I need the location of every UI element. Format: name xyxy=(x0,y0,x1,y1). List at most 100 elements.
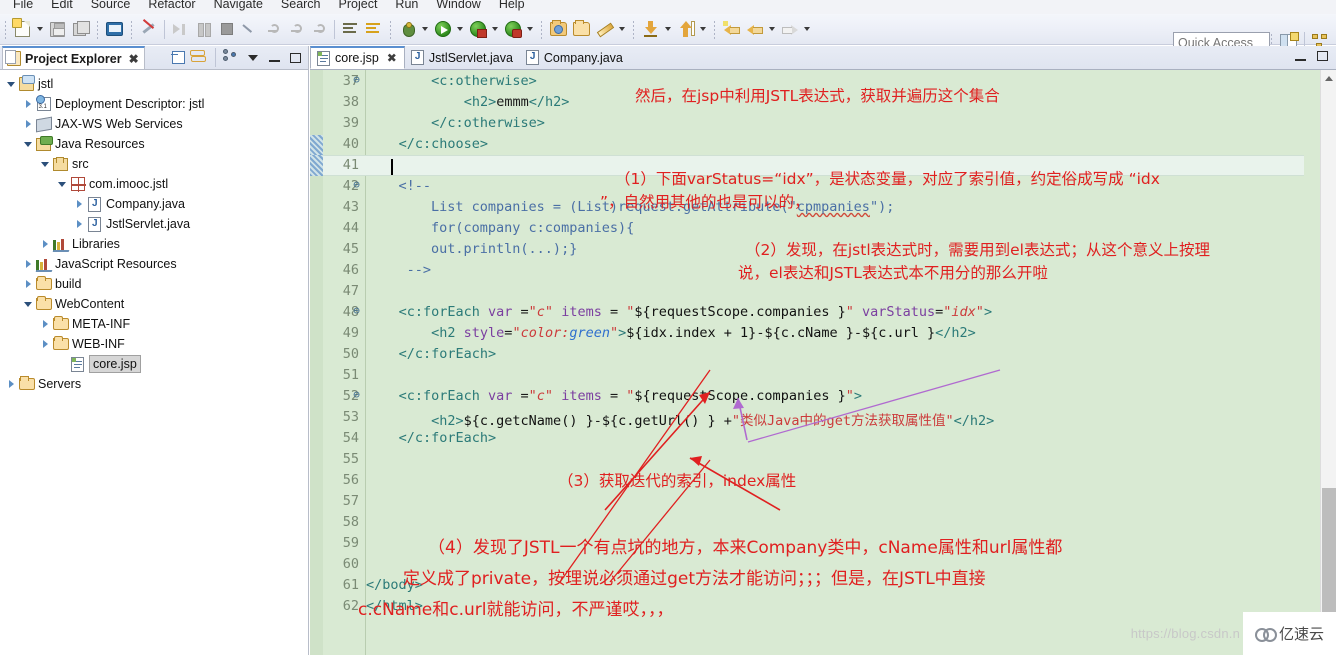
editor-vertical-scrollbar[interactable] xyxy=(1320,70,1336,655)
menu-item-project[interactable]: Project xyxy=(330,0,387,13)
menu-item-search[interactable]: Search xyxy=(272,0,330,13)
code-line[interactable]: </c:forEach> xyxy=(366,346,497,362)
tree-item-company-java[interactable]: Company.java xyxy=(0,194,308,214)
chevron-right-icon[interactable] xyxy=(72,220,86,228)
tree-item-meta-inf[interactable]: META-INF xyxy=(0,314,308,334)
code-line[interactable]: <c:forEach var ="c" items = "${requestSc… xyxy=(366,388,862,404)
editor-text-area[interactable]: 37 <c:otherwise>38 <h2>emmm</h2>39 </c:o… xyxy=(310,70,1336,655)
back-star-button[interactable] xyxy=(720,18,743,41)
toolbar-grip[interactable] xyxy=(3,19,8,39)
chevron-right-icon[interactable] xyxy=(21,100,35,108)
fold-toggle-icon[interactable] xyxy=(351,390,362,401)
tree-item-build[interactable]: build xyxy=(0,274,308,294)
code-line[interactable]: <c:otherwise> xyxy=(366,73,537,89)
toolbar-grip-3[interactable] xyxy=(129,19,134,39)
code-line[interactable]: <!-- xyxy=(366,178,432,194)
view-filters-button[interactable] xyxy=(223,48,241,67)
code-line[interactable]: <h2>${c.getcName() }-${c.getUrl() } +"类似… xyxy=(366,409,994,429)
run-config-dropdown[interactable] xyxy=(489,18,501,41)
code-line[interactable]: </c:otherwise> xyxy=(366,115,545,131)
chevron-right-icon[interactable] xyxy=(4,380,18,388)
quick-fix-button[interactable] xyxy=(593,18,616,41)
tree-item-deployment-descriptor-jstl[interactable]: Deployment Descriptor: jstl xyxy=(0,94,308,114)
run-server-dropdown[interactable] xyxy=(524,18,536,41)
code-line[interactable]: <c:forEach var ="c" items = "${requestSc… xyxy=(366,304,993,320)
save-button[interactable] xyxy=(46,18,69,41)
close-icon[interactable]: ✖ xyxy=(387,51,397,65)
tab-jstlservlet-java[interactable]: JstlServlet.java xyxy=(405,46,520,69)
open-resource-button[interactable] xyxy=(570,18,593,41)
maximize-editor-button[interactable] xyxy=(1313,47,1331,65)
run-server-button[interactable] xyxy=(501,18,524,41)
forward-button[interactable] xyxy=(778,18,801,41)
console-button[interactable] xyxy=(103,18,126,41)
format-button[interactable] xyxy=(339,18,362,41)
tree-item-webcontent[interactable]: WebContent xyxy=(0,294,308,314)
debug-button[interactable] xyxy=(396,18,419,41)
tree-item-jstlservlet-java[interactable]: JstlServlet.java xyxy=(0,214,308,234)
code-line[interactable]: --> xyxy=(366,262,431,278)
toolbar-grip-5[interactable] xyxy=(539,19,544,39)
debug-dropdown[interactable] xyxy=(419,18,431,41)
menu-item-run[interactable]: Run xyxy=(386,0,427,13)
code-line[interactable]: </c:choose> xyxy=(366,136,488,152)
chevron-right-icon[interactable] xyxy=(21,260,35,268)
step-return-button[interactable] xyxy=(307,18,330,41)
toolbar-grip-6[interactable] xyxy=(631,19,636,39)
menu-item-navigate[interactable]: Navigate xyxy=(205,0,272,13)
tab-project-explorer[interactable]: Project Explorer ✖ xyxy=(2,46,145,69)
tree-item-core-jsp[interactable]: core.jsp xyxy=(0,354,308,374)
chevron-down-icon[interactable] xyxy=(21,142,35,147)
tree-item-servers[interactable]: Servers xyxy=(0,374,308,394)
suspend-button[interactable] xyxy=(192,18,215,41)
toolbar-grip-4[interactable] xyxy=(388,19,393,39)
new-wizard-dropdown[interactable] xyxy=(34,18,46,41)
run-button[interactable] xyxy=(431,18,454,41)
fold-toggle-icon[interactable] xyxy=(351,180,362,191)
chevron-right-icon[interactable] xyxy=(72,200,86,208)
export-dropdown[interactable] xyxy=(662,18,674,41)
toolbar-grip-7[interactable] xyxy=(712,19,717,39)
organize-button[interactable] xyxy=(362,18,385,41)
terminate-button[interactable] xyxy=(215,18,238,41)
quick-fix-dropdown[interactable] xyxy=(616,18,628,41)
export-button[interactable] xyxy=(639,18,662,41)
code-line[interactable]: </c:forEach> xyxy=(366,430,497,446)
project-tree[interactable]: jstlDeployment Descriptor: jstl JAX-WS We… xyxy=(0,70,308,394)
tree-item-jstl[interactable]: jstl xyxy=(0,74,308,94)
menu-item-window[interactable]: Window xyxy=(427,0,489,13)
tree-item-web-inf[interactable]: WEB-INF xyxy=(0,334,308,354)
maximize-view-button[interactable] xyxy=(286,49,304,67)
tree-item-java-resources[interactable]: Java Resources xyxy=(0,134,308,154)
menu-item-source[interactable]: Source xyxy=(82,0,140,13)
run-config-button[interactable] xyxy=(466,18,489,41)
tab-company-java[interactable]: Company.java xyxy=(520,46,630,69)
code-line[interactable]: <h2>emmm</h2> xyxy=(366,94,570,110)
scroll-up-button[interactable] xyxy=(1321,70,1336,87)
skip-breakpoints-button[interactable] xyxy=(137,18,160,41)
fold-toggle-icon[interactable] xyxy=(351,306,362,317)
chevron-right-icon[interactable] xyxy=(21,120,35,128)
menu-item-file[interactable]: File xyxy=(4,0,42,13)
chevron-right-icon[interactable] xyxy=(38,240,52,248)
code-line[interactable]: <h2 style="color:green">${idx.index + 1}… xyxy=(366,325,976,341)
tree-item-javascript-resources[interactable]: JavaScript Resources xyxy=(0,254,308,274)
chevron-right-icon[interactable] xyxy=(38,320,52,328)
tree-item-libraries[interactable]: Libraries xyxy=(0,234,308,254)
close-icon[interactable]: ✖ xyxy=(129,52,139,66)
disconnect-button[interactable] xyxy=(238,18,261,41)
chevron-down-icon[interactable] xyxy=(4,82,18,87)
menu-item-help[interactable]: Help xyxy=(490,0,534,13)
minimize-view-button[interactable] xyxy=(265,49,283,67)
chevron-down-icon[interactable] xyxy=(55,182,69,187)
step-into-button[interactable] xyxy=(261,18,284,41)
back-button[interactable] xyxy=(743,18,766,41)
forward-dropdown[interactable] xyxy=(801,18,813,41)
step-over-button[interactable] xyxy=(284,18,307,41)
collapse-all-button[interactable] xyxy=(169,49,187,67)
import-button[interactable] xyxy=(674,18,697,41)
chevron-down-icon[interactable] xyxy=(38,162,52,167)
chevron-down-icon[interactable] xyxy=(21,302,35,307)
menu-item-refactor[interactable]: Refactor xyxy=(139,0,204,13)
toolbar-grip-2[interactable] xyxy=(95,19,100,39)
